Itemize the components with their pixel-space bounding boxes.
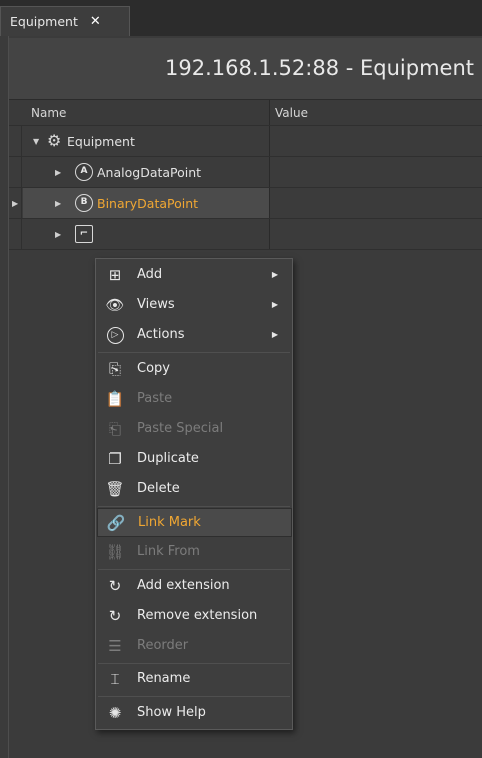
menu-item-remove-extension[interactable]: ↻ Remove extension	[97, 602, 292, 631]
tab-label: Equipment	[10, 14, 78, 29]
menu-item-label: Link From	[137, 544, 200, 559]
submenu-arrow-icon: ▶	[271, 330, 278, 339]
menu-item-paste[interactable]: 📋 Paste	[97, 385, 292, 414]
row-pointer-icon: ▶	[12, 199, 19, 208]
menu-item-label: Remove extension	[137, 608, 258, 623]
context-menu: ⊞ Add ▶ 👁 Views ▶ ▷ Actions ▶ ⎘ Copy 📋 P…	[95, 258, 293, 730]
equipment-panel: 192.168.1.52:88 - Equipment Name Value ▼…	[0, 36, 482, 758]
tree-row-equipment[interactable]: ▼ ⚙ Equipment	[9, 126, 482, 157]
reorder-icon: ☰	[108, 637, 122, 655]
menu-item-paste-special[interactable]: ⎗ Paste Special	[97, 415, 292, 444]
chevron-down-icon[interactable]: ▼	[33, 137, 39, 146]
analog-point-icon: A	[75, 163, 93, 181]
tab-bar: Equipment ✕	[0, 0, 482, 36]
menu-item-label: Actions	[137, 327, 185, 342]
chart-point-icon: ⌐	[75, 225, 93, 243]
add-icon: ⊞	[108, 266, 122, 284]
column-header-row: Name Value	[9, 100, 482, 126]
menu-separator	[98, 506, 290, 507]
name-cell: ▶ A AnalogDataPoint	[23, 157, 269, 187]
name-cell: ▼ ⚙ Equipment	[23, 126, 269, 156]
tree-label: Equipment	[67, 134, 135, 149]
column-header-value[interactable]: Value	[275, 106, 308, 120]
menu-item-duplicate[interactable]: ❐ Duplicate	[97, 445, 292, 474]
binary-point-icon: B	[75, 194, 93, 212]
menu-item-label: Link Mark	[138, 515, 201, 530]
tree-row-chart[interactable]: ▶ ⌐	[9, 219, 482, 250]
menu-separator	[98, 663, 290, 664]
tree-row-analog[interactable]: ▶ A AnalogDataPoint	[9, 157, 482, 188]
menu-item-label: Rename	[137, 671, 191, 686]
menu-item-label: Views	[137, 297, 175, 312]
help-bulb-icon: ✺	[108, 704, 122, 722]
menu-item-label: Show Help	[137, 705, 206, 720]
menu-item-label: Duplicate	[137, 451, 199, 466]
menu-item-actions[interactable]: ▷ Actions ▶	[97, 321, 292, 350]
menu-item-link-from[interactable]: ⛓ Link From	[97, 538, 292, 567]
menu-item-link-mark[interactable]: 🔗 Link Mark	[97, 508, 292, 537]
column-divider	[269, 219, 270, 249]
copy-icon: ⎘	[108, 360, 121, 378]
eye-icon: 👁	[105, 296, 125, 314]
tree-label: BinaryDataPoint	[97, 196, 199, 211]
name-cell: ▶ B BinaryDataPoint	[23, 188, 269, 218]
menu-item-reorder[interactable]: ☰ Reorder	[97, 632, 292, 661]
chevron-right-icon[interactable]: ▶	[55, 168, 61, 177]
chevron-right-icon[interactable]: ▶	[55, 230, 61, 239]
name-cell: ▶ ⌐	[23, 219, 269, 249]
paste-special-icon: ⎗	[108, 420, 121, 438]
menu-item-label: Add extension	[137, 578, 230, 593]
trash-icon: 🗑	[105, 480, 125, 498]
menu-item-rename[interactable]: ⌶ Rename	[97, 665, 292, 694]
menu-item-label: Paste Special	[137, 421, 224, 436]
menu-item-delete[interactable]: 🗑 Delete	[97, 475, 292, 504]
menu-item-label: Paste	[137, 391, 173, 406]
menu-item-views[interactable]: 👁 Views ▶	[97, 291, 292, 320]
menu-item-show-help[interactable]: ✺ Show Help	[97, 699, 292, 728]
row-gutter: ▶	[9, 188, 22, 218]
play-circle-icon: ▷	[105, 325, 125, 345]
row-gutter	[9, 126, 22, 156]
menu-separator	[98, 352, 290, 353]
column-divider	[269, 157, 270, 187]
row-gutter	[9, 219, 22, 249]
extension-add-icon: ↻	[108, 577, 122, 595]
submenu-arrow-icon: ▶	[271, 270, 278, 279]
duplicate-icon: ❐	[108, 450, 122, 468]
menu-item-label: Add	[137, 267, 163, 282]
link-icon: 🔗	[106, 514, 126, 532]
menu-item-label: Reorder	[137, 638, 189, 653]
gear-icon: ⚙	[47, 131, 62, 150]
chevron-right-icon[interactable]: ▶	[55, 199, 61, 208]
menu-separator	[98, 569, 290, 570]
column-divider	[269, 126, 270, 156]
menu-separator	[98, 696, 290, 697]
tree-row-binary[interactable]: ▶ ▶ B BinaryDataPoint	[9, 188, 482, 219]
column-header-name[interactable]: Name	[31, 106, 66, 120]
rename-icon: ⌶	[110, 670, 120, 688]
page-title: 192.168.1.52:88 - Equipment	[165, 56, 474, 80]
row-gutter	[9, 157, 22, 187]
link-from-icon: ⛓	[105, 543, 125, 561]
menu-item-label: Copy	[137, 361, 170, 376]
column-divider[interactable]	[269, 100, 270, 125]
paste-icon: 📋	[105, 390, 125, 408]
extension-remove-icon: ↻	[108, 607, 122, 625]
submenu-arrow-icon: ▶	[271, 300, 278, 309]
menu-item-add-extension[interactable]: ↻ Add extension	[97, 572, 292, 601]
close-icon[interactable]: ✕	[90, 14, 101, 29]
menu-item-label: Delete	[137, 481, 180, 496]
tree-label: AnalogDataPoint	[97, 165, 202, 180]
menu-item-add[interactable]: ⊞ Add ▶	[97, 261, 292, 290]
tab-equipment[interactable]: Equipment ✕	[0, 6, 130, 36]
column-divider	[269, 188, 270, 218]
menu-item-copy[interactable]: ⎘ Copy	[97, 355, 292, 384]
view-header: 192.168.1.52:88 - Equipment	[9, 38, 482, 100]
